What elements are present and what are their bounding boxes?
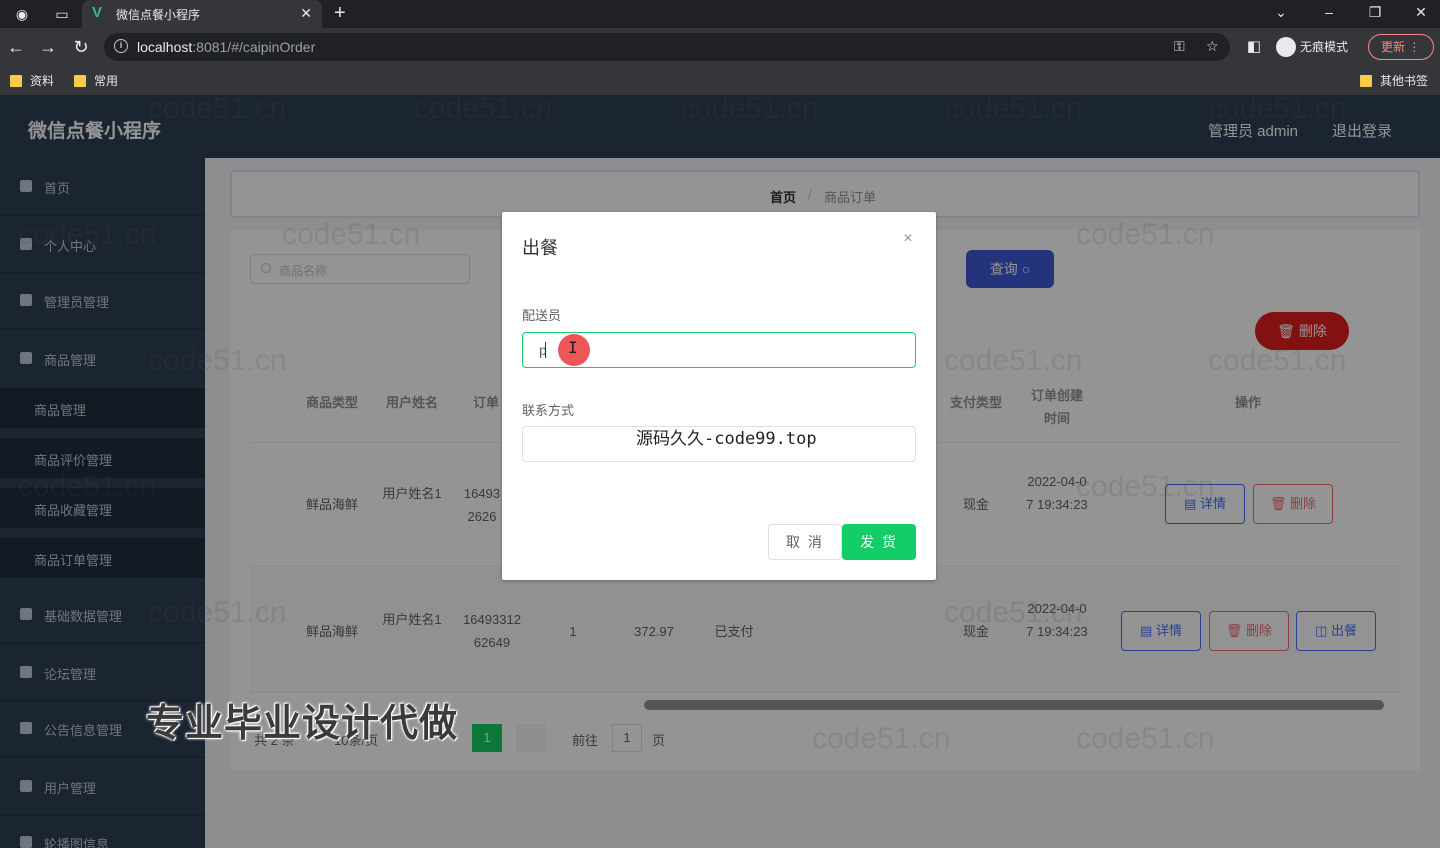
cancel-button[interactable]: 取 消 xyxy=(768,524,842,560)
incognito-label: 无痕模式 xyxy=(1300,40,1349,54)
close-icon[interactable]: × xyxy=(900,230,916,248)
browser-tab-active[interactable]: V 微信点餐小程序 ✕ xyxy=(82,0,322,28)
bookmark-folder-other[interactable]: 其他书签 xyxy=(1358,73,1428,89)
text-caret xyxy=(545,342,546,358)
bookmark-folder-ziliao[interactable]: 资料 xyxy=(8,73,54,89)
update-button[interactable]: 更新 ⋮ xyxy=(1368,34,1434,60)
reload-icon[interactable]: ↻ xyxy=(70,36,92,58)
promo-banner-text: 专业毕业设计代做 xyxy=(146,703,459,745)
folder-icon xyxy=(1360,75,1372,87)
courier-label: 配送员 xyxy=(522,308,562,323)
address-bar: ← → ↻ i localhost:8081/#/caipinOrder ⚿ ☆… xyxy=(0,28,1440,66)
side-panel-icon[interactable]: ◧ xyxy=(1243,36,1265,58)
dialog-title: 出餐 xyxy=(522,238,558,258)
incognito-icon xyxy=(1276,37,1296,57)
url-text: localhost:8081/#/caipinOrder xyxy=(137,39,316,55)
bookmark-star-icon[interactable]: ☆ xyxy=(1206,38,1219,55)
bookmark-folder-changyong[interactable]: 常用 xyxy=(72,73,118,89)
key-icon[interactable]: ⚿ xyxy=(1174,38,1185,55)
browser-tab-strip: ◉ ▭ V 微信点餐小程序 ✕ + ⌄ – ❐ ✕ xyxy=(0,0,1440,28)
incognito-indicator[interactable]: 无痕模式 xyxy=(1272,34,1354,60)
text-cursor-icon: I xyxy=(568,338,578,357)
tab-dropdown-icon[interactable]: ⌄ xyxy=(1266,2,1296,22)
chrome-menu-icon[interactable]: ◉ xyxy=(12,4,32,24)
site-info-icon[interactable]: i xyxy=(114,39,128,53)
contact-label: 联系方式 xyxy=(522,403,575,418)
bookmarks-bar: 资料 常用 其他书签 xyxy=(0,66,1440,96)
url-field[interactable]: i localhost:8081/#/caipinOrder ⚿ ☆ xyxy=(104,33,1230,61)
source-note-text: 源码久久-code99.top xyxy=(636,429,817,449)
ship-button[interactable]: 发 货 xyxy=(842,524,916,560)
back-icon[interactable]: ← xyxy=(5,36,27,58)
folder-icon xyxy=(10,75,22,87)
close-window-icon[interactable]: ✕ xyxy=(1406,2,1436,22)
tab-search-icon[interactable]: ▭ xyxy=(52,4,72,24)
forward-icon[interactable]: → xyxy=(37,36,59,58)
vue-favicon-icon: V xyxy=(92,4,103,21)
serve-dialog: 出餐 × 配送员 p I 联系方式 源码久久-code99.top 取 消 发 … xyxy=(502,212,936,580)
restore-icon[interactable]: ❐ xyxy=(1360,2,1390,22)
minimize-icon[interactable]: – xyxy=(1314,2,1344,22)
tab-close-icon[interactable]: ✕ xyxy=(300,5,312,21)
folder-icon xyxy=(74,75,86,87)
new-tab-icon[interactable]: + xyxy=(334,2,346,24)
tab-title: 微信点餐小程序 xyxy=(116,8,201,22)
